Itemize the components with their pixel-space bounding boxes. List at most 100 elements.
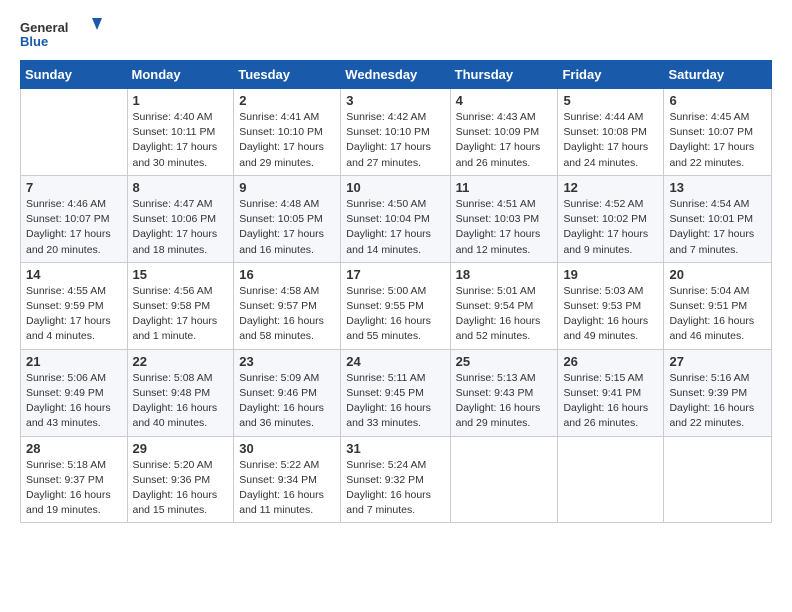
day-number: 2 [239,93,335,108]
calendar-cell: 20 Sunrise: 5:04 AMSunset: 9:51 PMDayligh… [664,262,772,349]
calendar-cell: 19 Sunrise: 5:03 AMSunset: 9:53 PMDayligh… [558,262,664,349]
calendar-cell: 10 Sunrise: 4:50 AMSunset: 10:04 PMDaylig… [341,175,450,262]
svg-text:General: General [20,20,68,35]
calendar-cell [558,436,664,523]
day-number: 11 [456,180,553,195]
day-detail: Sunrise: 5:09 AMSunset: 9:46 PMDaylight:… [239,371,335,432]
logo-svg: General Blue [20,16,110,52]
day-detail: Sunrise: 4:51 AMSunset: 10:03 PMDaylight… [456,197,553,258]
calendar-cell: 26 Sunrise: 5:15 AMSunset: 9:41 PMDayligh… [558,349,664,436]
day-number: 27 [669,354,766,369]
calendar-cell: 23 Sunrise: 5:09 AMSunset: 9:46 PMDayligh… [234,349,341,436]
day-number: 1 [133,93,229,108]
calendar-cell: 18 Sunrise: 5:01 AMSunset: 9:54 PMDayligh… [450,262,558,349]
day-detail: Sunrise: 5:11 AMSunset: 9:45 PMDaylight:… [346,371,444,432]
week-row-5: 28 Sunrise: 5:18 AMSunset: 9:37 PMDayligh… [21,436,772,523]
header-day-wednesday: Wednesday [341,61,450,89]
day-number: 20 [669,267,766,282]
day-number: 10 [346,180,444,195]
day-number: 18 [456,267,553,282]
day-number: 30 [239,441,335,456]
day-detail: Sunrise: 5:03 AMSunset: 9:53 PMDaylight:… [563,284,658,345]
calendar-cell [450,436,558,523]
header-day-friday: Friday [558,61,664,89]
day-detail: Sunrise: 5:18 AMSunset: 9:37 PMDaylight:… [26,458,122,519]
day-number: 13 [669,180,766,195]
header-day-sunday: Sunday [21,61,128,89]
calendar-cell: 8Sunrise: 4:47 AMSunset: 10:06 PMDayligh… [127,175,234,262]
day-number: 5 [563,93,658,108]
day-number: 17 [346,267,444,282]
header-day-tuesday: Tuesday [234,61,341,89]
calendar-cell: 15 Sunrise: 4:56 AMSunset: 9:58 PMDayligh… [127,262,234,349]
calendar-table: SundayMondayTuesdayWednesdayThursdayFrid… [20,60,772,523]
day-number: 6 [669,93,766,108]
calendar-cell: 21 Sunrise: 5:06 AMSunset: 9:49 PMDayligh… [21,349,128,436]
day-number: 26 [563,354,658,369]
day-number: 7 [26,180,122,195]
calendar-cell: 16 Sunrise: 4:58 AMSunset: 9:57 PMDayligh… [234,262,341,349]
calendar-cell: 5 Sunrise: 4:44 AMSunset: 10:08 PMDayligh… [558,89,664,176]
calendar-cell: 9Sunrise: 4:48 AMSunset: 10:05 PMDayligh… [234,175,341,262]
header-day-monday: Monday [127,61,234,89]
calendar-cell: 27 Sunrise: 5:16 AMSunset: 9:39 PMDayligh… [664,349,772,436]
day-detail: Sunrise: 5:24 AMSunset: 9:32 PMDaylight:… [346,458,444,519]
day-detail: Sunrise: 4:45 AMSunset: 10:07 PMDaylight… [669,110,766,171]
day-number: 4 [456,93,553,108]
week-row-1: 1 Sunrise: 4:40 AMSunset: 10:11 PMDayligh… [21,89,772,176]
day-detail: Sunrise: 4:54 AMSunset: 10:01 PMDaylight… [669,197,766,258]
day-detail: Sunrise: 4:43 AMSunset: 10:09 PMDaylight… [456,110,553,171]
day-number: 29 [133,441,229,456]
day-detail: Sunrise: 5:13 AMSunset: 9:43 PMDaylight:… [456,371,553,432]
day-detail: Sunrise: 5:08 AMSunset: 9:48 PMDaylight:… [133,371,229,432]
day-number: 19 [563,267,658,282]
calendar-cell: 24 Sunrise: 5:11 AMSunset: 9:45 PMDayligh… [341,349,450,436]
day-detail: Sunrise: 5:15 AMSunset: 9:41 PMDaylight:… [563,371,658,432]
header: General Blue [20,16,772,52]
calendar-cell: 22 Sunrise: 5:08 AMSunset: 9:48 PMDayligh… [127,349,234,436]
day-number: 12 [563,180,658,195]
calendar-cell: 17 Sunrise: 5:00 AMSunset: 9:55 PMDayligh… [341,262,450,349]
day-number: 23 [239,354,335,369]
day-detail: Sunrise: 4:41 AMSunset: 10:10 PMDaylight… [239,110,335,171]
day-detail: Sunrise: 4:58 AMSunset: 9:57 PMDaylight:… [239,284,335,345]
header-day-thursday: Thursday [450,61,558,89]
calendar-cell: 7Sunrise: 4:46 AMSunset: 10:07 PMDayligh… [21,175,128,262]
day-detail: Sunrise: 4:44 AMSunset: 10:08 PMDaylight… [563,110,658,171]
day-number: 3 [346,93,444,108]
calendar-cell: 4 Sunrise: 4:43 AMSunset: 10:09 PMDayligh… [450,89,558,176]
calendar-cell: 28 Sunrise: 5:18 AMSunset: 9:37 PMDayligh… [21,436,128,523]
calendar-cell: 13 Sunrise: 4:54 AMSunset: 10:01 PMDaylig… [664,175,772,262]
day-number: 31 [346,441,444,456]
day-detail: Sunrise: 4:47 AMSunset: 10:06 PMDaylight… [133,197,229,258]
day-detail: Sunrise: 4:52 AMSunset: 10:02 PMDaylight… [563,197,658,258]
day-number: 22 [133,354,229,369]
day-detail: Sunrise: 4:42 AMSunset: 10:10 PMDaylight… [346,110,444,171]
day-detail: Sunrise: 5:22 AMSunset: 9:34 PMDaylight:… [239,458,335,519]
day-detail: Sunrise: 5:06 AMSunset: 9:49 PMDaylight:… [26,371,122,432]
day-number: 28 [26,441,122,456]
calendar-cell: 2 Sunrise: 4:41 AMSunset: 10:10 PMDayligh… [234,89,341,176]
calendar-cell: 29Sunrise: 5:20 AMSunset: 9:36 PMDayligh… [127,436,234,523]
day-detail: Sunrise: 4:50 AMSunset: 10:04 PMDaylight… [346,197,444,258]
week-row-4: 21 Sunrise: 5:06 AMSunset: 9:49 PMDayligh… [21,349,772,436]
day-number: 16 [239,267,335,282]
logo: General Blue [20,16,110,52]
day-detail: Sunrise: 5:00 AMSunset: 9:55 PMDaylight:… [346,284,444,345]
day-detail: Sunrise: 5:04 AMSunset: 9:51 PMDaylight:… [669,284,766,345]
calendar-cell [21,89,128,176]
day-detail: Sunrise: 4:56 AMSunset: 9:58 PMDaylight:… [133,284,229,345]
day-number: 21 [26,354,122,369]
calendar-cell: 31 Sunrise: 5:24 AMSunset: 9:32 PMDayligh… [341,436,450,523]
day-number: 24 [346,354,444,369]
day-detail: Sunrise: 4:48 AMSunset: 10:05 PMDaylight… [239,197,335,258]
day-number: 25 [456,354,553,369]
svg-text:Blue: Blue [20,34,48,49]
calendar-cell: 30 Sunrise: 5:22 AMSunset: 9:34 PMDayligh… [234,436,341,523]
day-detail: Sunrise: 4:40 AMSunset: 10:11 PMDaylight… [133,110,229,171]
week-row-3: 14Sunrise: 4:55 AMSunset: 9:59 PMDayligh… [21,262,772,349]
day-number: 15 [133,267,229,282]
day-detail: Sunrise: 5:16 AMSunset: 9:39 PMDaylight:… [669,371,766,432]
calendar-cell: 14Sunrise: 4:55 AMSunset: 9:59 PMDayligh… [21,262,128,349]
day-detail: Sunrise: 5:01 AMSunset: 9:54 PMDaylight:… [456,284,553,345]
